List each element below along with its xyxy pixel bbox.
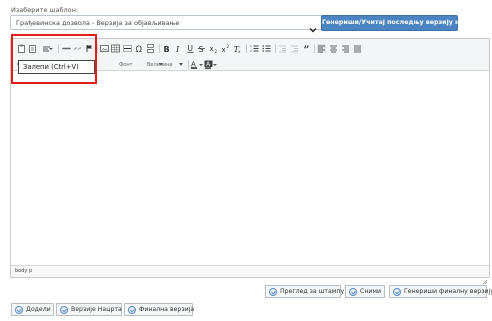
underline-icon[interactable]: U xyxy=(186,44,195,53)
svg-text:I: I xyxy=(175,45,180,53)
svg-text:S: S xyxy=(199,45,204,53)
dropdown-arrow-icon[interactable] xyxy=(213,63,217,67)
element-path[interactable]: body p xyxy=(15,268,32,274)
template-select-value: Грађевинска дозвола - Верзија за објављи… xyxy=(16,19,180,27)
image-icon[interactable] xyxy=(100,44,109,53)
superscript-icon[interactable]: x2 xyxy=(221,44,230,53)
svg-text:1: 1 xyxy=(250,44,252,48)
align-center-icon[interactable] xyxy=(329,44,338,53)
bold-icon[interactable]: B xyxy=(162,44,171,53)
paste-tooltip: Залепи (Ctrl+V) xyxy=(18,60,95,74)
dropdown-arrow-icon[interactable] xyxy=(49,47,53,51)
background-color-icon[interactable]: A xyxy=(204,60,213,69)
check-circle-icon xyxy=(349,288,357,296)
svg-text:x: x xyxy=(222,46,226,53)
svg-text:2: 2 xyxy=(227,44,230,49)
dropdown-arrow-icon[interactable] xyxy=(199,63,203,67)
svg-text:Ω: Ω xyxy=(136,45,143,53)
svg-text:x: x xyxy=(238,49,241,53)
check-circle-icon xyxy=(269,288,277,296)
check-circle-icon xyxy=(60,306,68,314)
numbered-list-icon[interactable]: 12 xyxy=(250,44,259,53)
strikethrough-icon[interactable]: S xyxy=(197,44,206,53)
tab-final-version[interactable]: Финална верзија xyxy=(124,303,194,316)
table-icon[interactable] xyxy=(111,44,120,53)
remove-format-icon[interactable]: Tx xyxy=(233,44,242,53)
generate-draft-button[interactable]: Генериши/Учитај последњу верзију нацрта xyxy=(321,15,481,31)
indent-icon[interactable] xyxy=(290,44,299,53)
print-preview-button[interactable]: Преглед за штампу xyxy=(265,285,344,298)
paste-text-icon[interactable] xyxy=(28,44,37,53)
font-size-combo[interactable]: Величина xyxy=(145,59,185,69)
align-right-icon[interactable] xyxy=(341,44,350,53)
svg-text:2: 2 xyxy=(250,49,252,53)
svg-text:B: B xyxy=(164,45,170,53)
outdent-icon[interactable] xyxy=(278,44,287,53)
check-circle-icon xyxy=(393,288,401,296)
unlink-icon[interactable] xyxy=(73,44,82,53)
paste-icon[interactable] xyxy=(17,44,26,53)
horizontal-line-icon[interactable] xyxy=(123,44,132,53)
subscript-icon[interactable]: x2 xyxy=(209,44,218,53)
template-select[interactable]: Грађевинска дозвола - Верзија за објављи… xyxy=(10,15,322,33)
link-icon[interactable] xyxy=(62,44,71,53)
blockquote-icon[interactable]: ” xyxy=(303,44,312,53)
resize-handle-icon[interactable] xyxy=(482,270,488,285)
svg-text:”: ” xyxy=(304,45,310,53)
check-circle-icon xyxy=(128,306,136,314)
editor-status-bar: body p xyxy=(11,265,489,285)
save-button[interactable]: Сними xyxy=(345,285,385,298)
check-circle-icon xyxy=(15,306,23,314)
italic-icon[interactable]: I xyxy=(174,44,183,53)
template-label: Изаберите шаблон: xyxy=(11,6,79,14)
page-break-icon[interactable] xyxy=(146,44,155,53)
svg-text:x: x xyxy=(210,45,214,53)
align-justify-icon[interactable] xyxy=(353,44,362,53)
generate-final-button[interactable]: Генериши финалну верзију xyxy=(389,285,492,298)
tab-draft-versions[interactable]: Верзије Нацрта xyxy=(56,303,122,316)
align-left-icon[interactable] xyxy=(317,44,326,53)
anchor-flag-icon[interactable] xyxy=(85,44,94,53)
tab-attach[interactable]: Додели xyxy=(11,303,54,316)
editor-content-area[interactable] xyxy=(12,72,489,265)
svg-text:U: U xyxy=(188,44,194,53)
bullet-list-icon[interactable] xyxy=(262,44,271,53)
chevron-down-icon xyxy=(309,19,317,33)
text-color-icon[interactable]: A xyxy=(190,60,199,69)
svg-text:2: 2 xyxy=(215,49,218,53)
rich-text-editor: Ω B I U S x2 x2 Tx 12 ” Ст Фонт Величина… xyxy=(10,38,490,285)
special-char-icon[interactable]: Ω xyxy=(135,44,144,53)
